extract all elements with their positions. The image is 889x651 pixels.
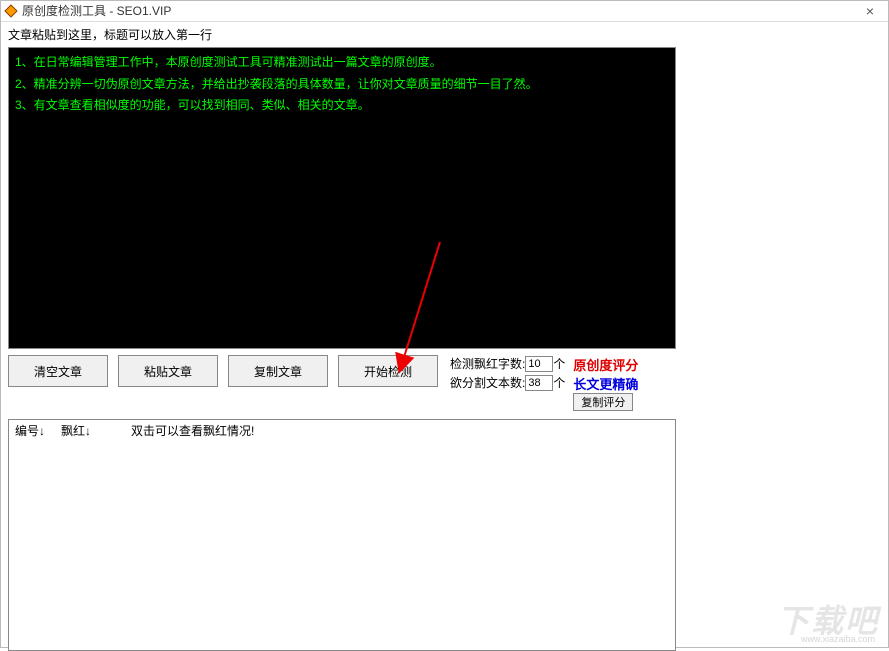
clear-button[interactable]: 清空文章 — [8, 355, 108, 387]
results-col-red: 飘红↓ — [61, 422, 91, 439]
article-editor[interactable]: 1、在日常编辑管理工作中，本原创度测试工具可精准测试出一篇文章的原创度。 2、精… — [8, 47, 676, 349]
window-title: 原创度检测工具 - SEO1.VIP — [22, 2, 855, 19]
results-col-id: 编号↓ — [15, 422, 45, 439]
close-button[interactable]: × — [855, 3, 885, 19]
instruction-label: 文章粘贴到这里，标题可以放入第一行 — [0, 22, 889, 45]
split-unit: 个 — [553, 374, 565, 391]
copy-button[interactable]: 复制文章 — [228, 355, 328, 387]
paste-button[interactable]: 粘贴文章 — [118, 355, 218, 387]
detect-input[interactable] — [525, 356, 553, 372]
editor-line: 2、精准分辨一切伪原创文章方法，并给出抄袭段落的具体数量，让你对文章质量的细节一… — [15, 74, 669, 96]
params-block: 检测飘红字数: 个 欲分割文本数: 个 — [450, 355, 565, 391]
editor-line: 1、在日常编辑管理工作中，本原创度测试工具可精准测试出一篇文章的原创度。 — [15, 52, 669, 74]
score-box: 原创度评分 长文更精确 复制评分 — [573, 355, 638, 411]
split-label: 欲分割文本数: — [450, 374, 525, 391]
results-header: 编号↓ 飘红↓ 双击可以查看飘红情况! — [9, 420, 675, 441]
controls-row: 清空文章 粘贴文章 复制文章 开始检测 检测飘红字数: 个 欲分割文本数: 个 … — [0, 349, 889, 415]
score-line1: 原创度评分 — [573, 355, 638, 374]
copy-score-button[interactable]: 复制评分 — [573, 393, 633, 411]
app-icon — [4, 4, 18, 18]
results-hint: 双击可以查看飘红情况! — [131, 422, 254, 439]
detect-label: 检测飘红字数: — [450, 355, 525, 372]
detect-unit: 个 — [553, 355, 565, 372]
split-input[interactable] — [525, 375, 553, 391]
results-panel[interactable]: 编号↓ 飘红↓ 双击可以查看飘红情况! — [8, 419, 676, 651]
editor-line: 3、有文章查看相似度的功能，可以找到相同、类似、相关的文章。 — [15, 95, 669, 117]
titlebar: 原创度检测工具 - SEO1.VIP × — [0, 0, 889, 22]
score-line2: 长文更精确 — [573, 374, 638, 393]
start-button[interactable]: 开始检测 — [338, 355, 438, 387]
